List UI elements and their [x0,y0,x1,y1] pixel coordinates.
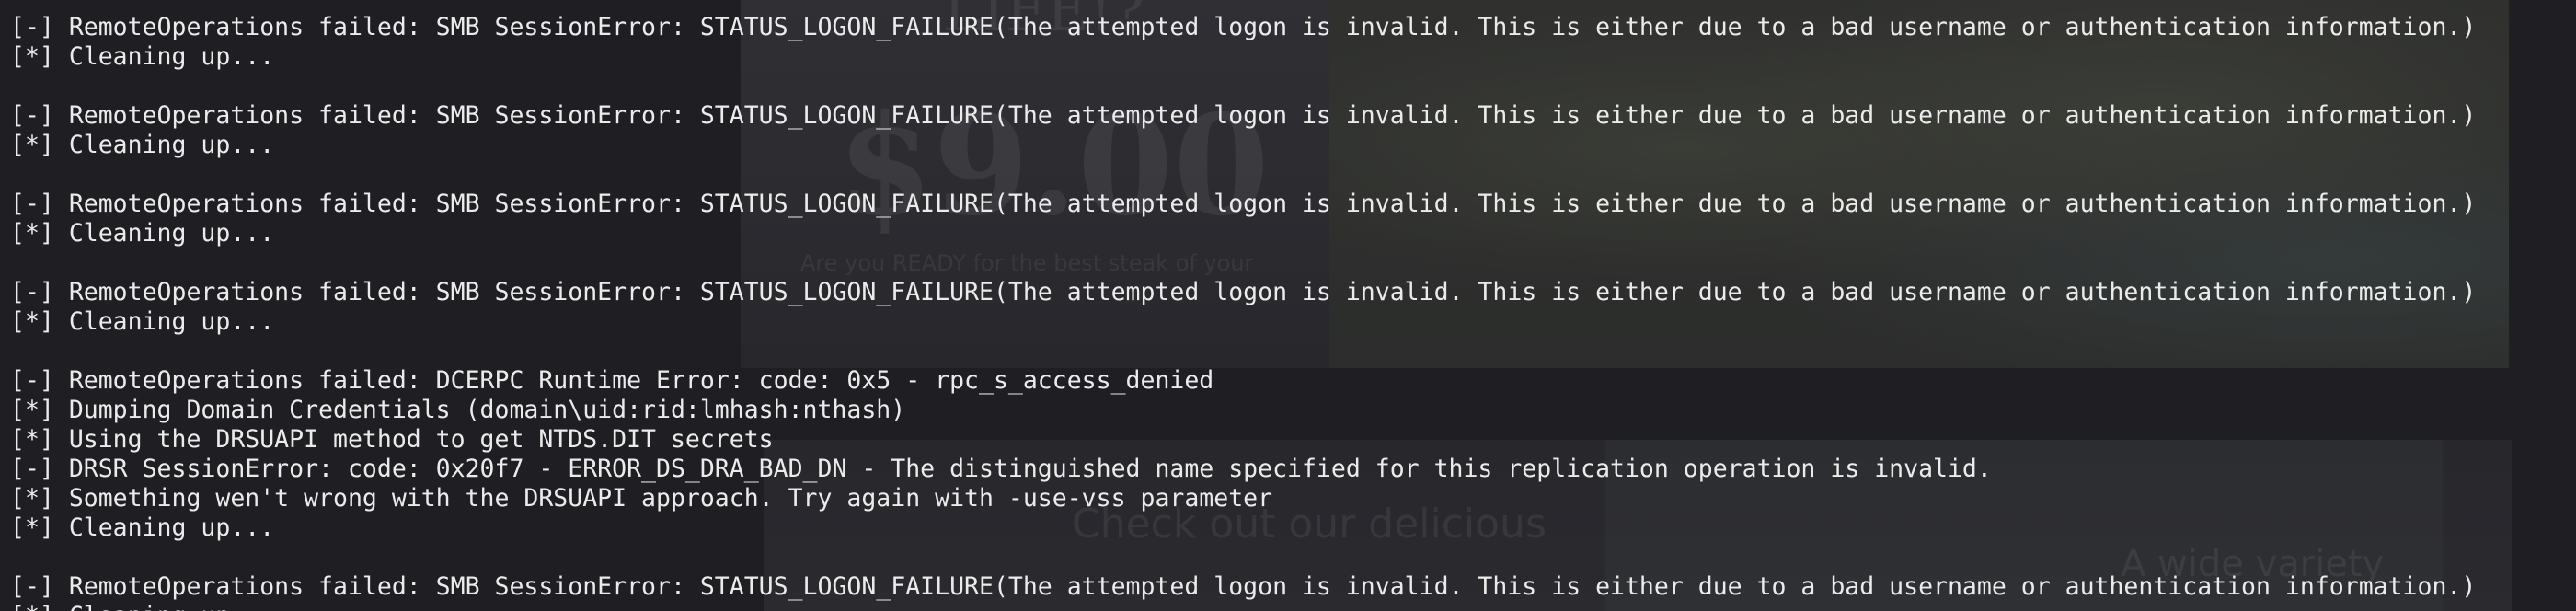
output-line: [*] Using the DRSUAPI method to get NTDS… [10,425,774,454]
output-line: [*] Cleaning up... [10,219,275,248]
terminal-output[interactable]: [-] RemoteOperations failed: SMB Session… [10,13,2476,611]
output-line: [-] RemoteOperations failed: DCERPC Runt… [10,366,1214,395]
terminal-window[interactable]: LIFE!? $9.00 Are you READY for the best … [0,0,2576,611]
output-line: [*] Something wen't wrong with the DRSUA… [10,484,1273,513]
output-line: [-] RemoteOperations failed: SMB Session… [10,572,2477,601]
output-line: [-] RemoteOperations failed: SMB Session… [10,190,2477,218]
output-line: [*] Cleaning up... [10,42,275,71]
output-line: [*] Cleaning up... [10,307,275,336]
output-line: [-] RemoteOperations failed: SMB Session… [10,278,2477,306]
output-line: [-] RemoteOperations failed: SMB Session… [10,13,2477,41]
output-line: [*] Dumping Domain Credentials (domain\u… [10,396,906,424]
output-line: [-] DRSR SessionError: code: 0x20f7 - ER… [10,455,1992,483]
output-line: [*] Cleaning up... [10,131,275,159]
output-line: [*] Cleaning up... [10,513,275,542]
output-line: [*] Cleaning up... [10,602,2476,611]
output-line: [-] RemoteOperations failed: SMB Session… [10,101,2477,130]
